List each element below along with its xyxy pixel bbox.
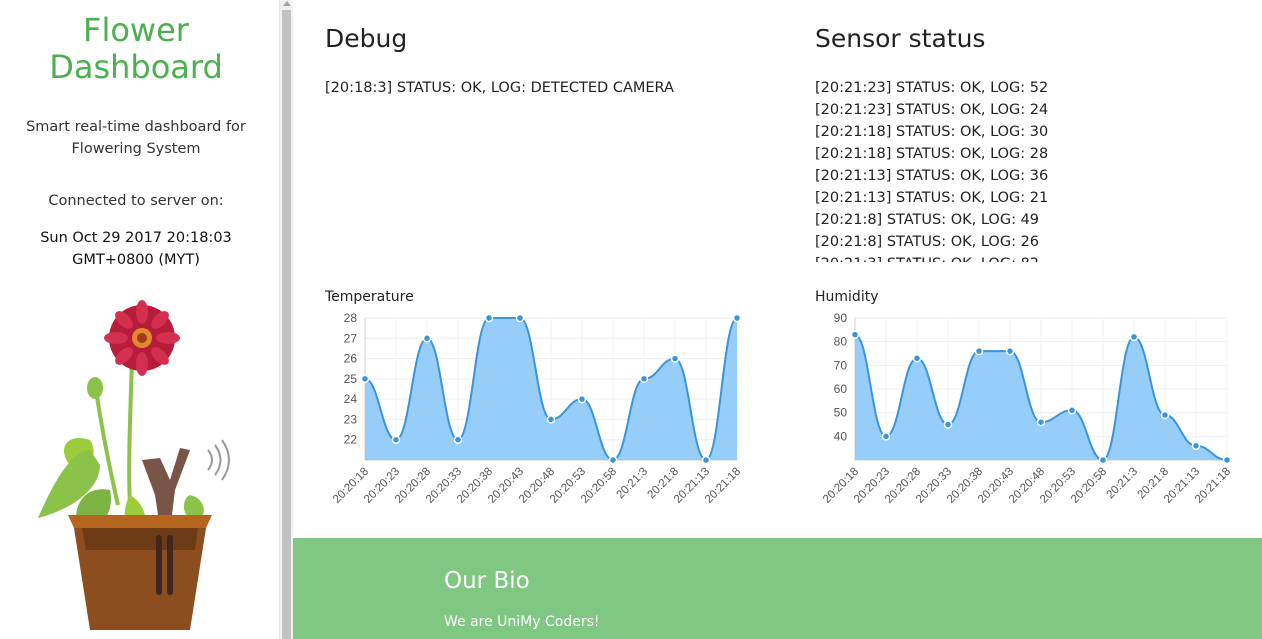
- data-point[interactable]: [732, 313, 742, 323]
- bio-text: We are UniMy Coders!: [444, 614, 600, 630]
- y-tick-label: 60: [834, 382, 848, 396]
- y-tick-label: 70: [834, 358, 848, 372]
- data-point[interactable]: [639, 374, 649, 384]
- data-point[interactable]: [546, 415, 556, 424]
- data-point[interactable]: [912, 353, 922, 363]
- data-point[interactable]: [515, 313, 525, 323]
- log-line: [20:21:23] STATUS: OK, LOG: 52: [815, 80, 1049, 96]
- y-tick-label: 80: [834, 335, 848, 349]
- log-line: [20:21:13] STATUS: OK, LOG: 21: [815, 190, 1049, 206]
- app-subtitle: Smart real-time dashboard for Flowering …: [0, 116, 272, 160]
- data-point[interactable]: [1098, 455, 1108, 465]
- bio-title: Our Bio: [444, 568, 530, 594]
- flower-icon: [104, 300, 180, 376]
- log-line: [20:21:18] STATUS: OK, LOG: 28: [815, 146, 1049, 162]
- log-line: [20:21:3] STATUS: OK, LOG: 82: [815, 253, 1255, 262]
- sensor-status-title: Sensor status: [815, 24, 986, 53]
- y-tick-label: 25: [344, 372, 358, 386]
- y-tick-label: 90: [834, 311, 848, 325]
- y-tick-label: 50: [834, 406, 848, 420]
- debug-title: Debug: [325, 24, 408, 53]
- connected-time-line1: Sun Oct 29 2017 20:18:03: [40, 230, 232, 246]
- data-point[interactable]: [701, 455, 711, 465]
- y-tick-label: 26: [344, 352, 358, 366]
- data-point[interactable]: [1191, 441, 1201, 451]
- data-point[interactable]: [1005, 346, 1015, 356]
- scrollbar[interactable]: [279, 0, 293, 639]
- data-point[interactable]: [608, 455, 618, 465]
- flower-pot-illustration: [38, 300, 230, 630]
- humidity-chart-title: Humidity: [815, 289, 879, 305]
- y-tick-label: 40: [834, 429, 848, 443]
- x-tick-label: 20:21:3: [615, 466, 651, 502]
- app-title: Flower Dashboard: [0, 12, 272, 86]
- y-tick-label: 24: [344, 392, 358, 406]
- log-line: [20:21:8] STATUS: OK, LOG: 49: [815, 212, 1040, 228]
- connected-time: Sun Oct 29 2017 20:18:03 GMT+0800 (MYT): [0, 227, 272, 271]
- data-point[interactable]: [974, 346, 984, 356]
- app-title-line2: Dashboard: [49, 48, 223, 86]
- data-point[interactable]: [1160, 410, 1170, 420]
- log-line: [20:21:13] STATUS: OK, LOG: 36: [815, 168, 1049, 184]
- main-content: Debug [20:18:3] STATUS: OK, LOG: DETECTE…: [293, 0, 1262, 639]
- temperature-chart-title: Temperature: [325, 289, 414, 305]
- bio-section: Our Bio We are UniMy Coders!: [293, 538, 1262, 639]
- x-tick-label: 20:21:3: [1105, 466, 1141, 502]
- connected-time-line2: GMT+0800 (MYT): [72, 252, 200, 268]
- app-title-line1: Flower: [83, 11, 189, 49]
- scroll-thumb[interactable]: [282, 10, 291, 639]
- data-point[interactable]: [1222, 455, 1232, 465]
- data-point[interactable]: [360, 374, 370, 384]
- data-point[interactable]: [453, 435, 463, 444]
- data-point[interactable]: [670, 354, 680, 363]
- data-point[interactable]: [881, 432, 891, 441]
- app-subtitle-line1: Smart real-time dashboard for: [26, 119, 246, 135]
- scroll-up-arrow-icon[interactable]: [283, 1, 291, 6]
- data-point[interactable]: [1067, 406, 1077, 415]
- data-point[interactable]: [943, 420, 953, 429]
- log-line: [20:21:8] STATUS: OK, LOG: 26: [815, 234, 1040, 250]
- data-point[interactable]: [422, 334, 432, 343]
- log-line: [20:18:3] STATUS: OK, LOG: DETECTED CAME…: [325, 80, 674, 96]
- data-point[interactable]: [484, 313, 494, 323]
- debug-log: [20:18:3] STATUS: OK, LOG: DETECTED CAME…: [325, 77, 765, 257]
- data-point[interactable]: [1036, 417, 1046, 427]
- data-point[interactable]: [391, 435, 401, 444]
- data-point[interactable]: [577, 394, 587, 404]
- data-point[interactable]: [850, 330, 860, 339]
- sensor-status-log[interactable]: [20:21:23] STATUS: OK, LOG: 52 [20:21:23]…: [815, 77, 1255, 262]
- connected-label: Connected to server on:: [48, 193, 224, 209]
- y-tick-label: 27: [344, 331, 358, 345]
- y-tick-label: 28: [344, 311, 358, 325]
- humidity-chart: 40506070809020:20:1820:20:2320:20:2820:2…: [821, 311, 1233, 506]
- y-tick-label: 22: [344, 433, 358, 447]
- log-line: [20:21:23] STATUS: OK, LOG: 24: [815, 102, 1049, 118]
- log-line: [20:21:18] STATUS: OK, LOG: 30: [815, 124, 1049, 140]
- data-point[interactable]: [1129, 332, 1139, 342]
- y-tick-label: 23: [344, 412, 358, 426]
- sidebar: Flower Dashboard Smart real-time dashboa…: [0, 0, 272, 639]
- app-subtitle-line2: Flowering System: [71, 141, 201, 157]
- temperature-chart: 2223242526272820:20:1820:20:2320:20:2820…: [331, 311, 743, 506]
